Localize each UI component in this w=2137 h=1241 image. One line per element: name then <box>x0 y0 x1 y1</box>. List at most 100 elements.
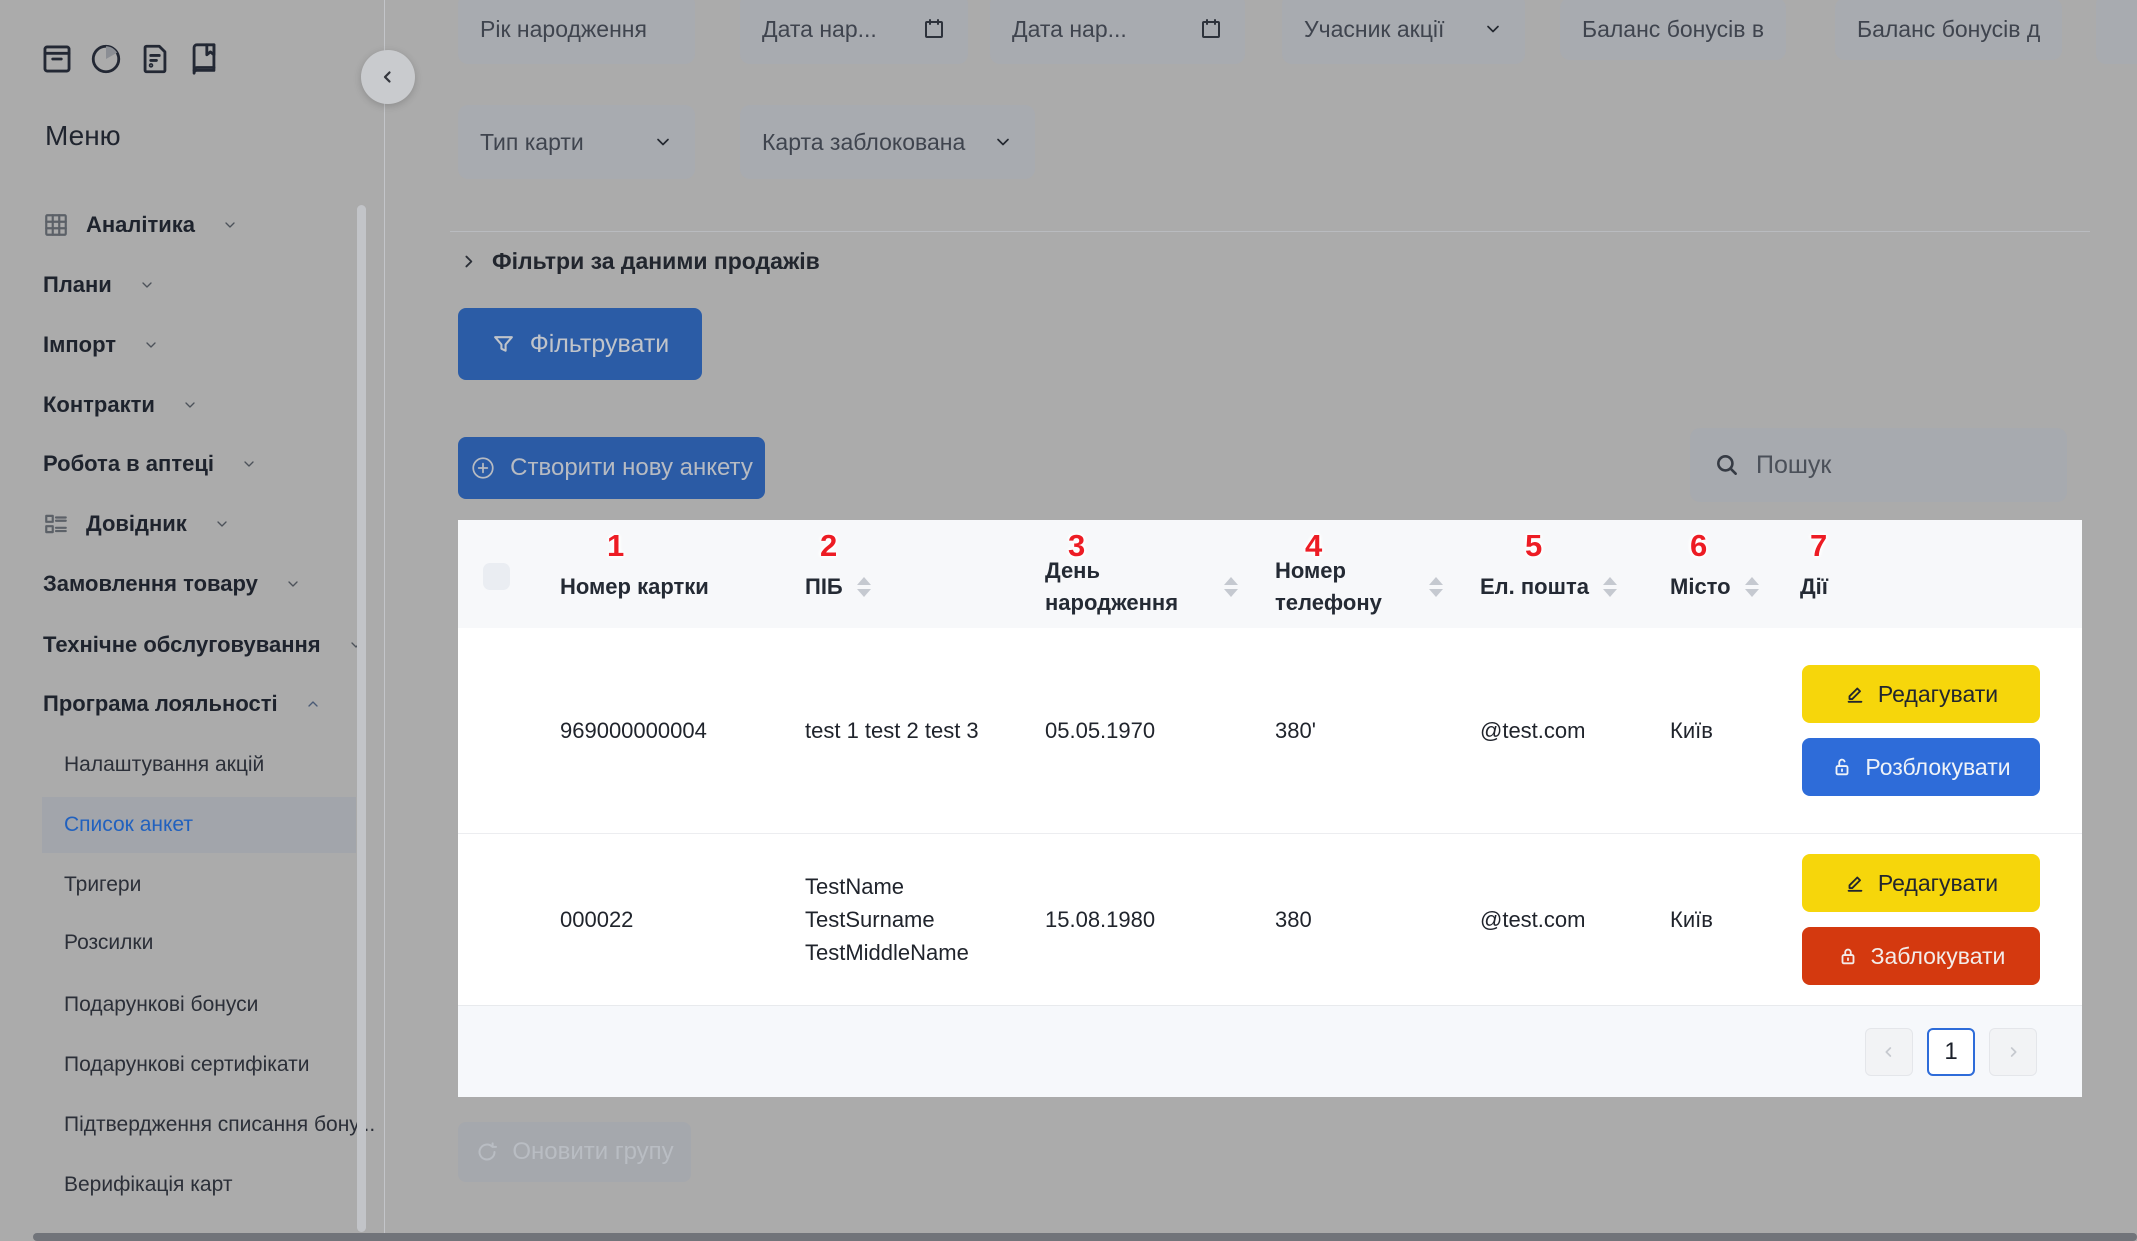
sidebar-item-maintenance[interactable]: Технічне обслуговування <box>43 624 364 666</box>
create-questionnaire-button[interactable]: Створити нову анкету <box>458 437 765 499</box>
block-button[interactable]: Заблокувати <box>1802 927 2040 985</box>
book-icon[interactable] <box>187 42 221 76</box>
sort-icon[interactable] <box>856 577 871 597</box>
filter-card-blocked-select[interactable]: Карта заблокована <box>740 105 1035 179</box>
calendar-icon <box>922 17 946 41</box>
sidebar-subitem-triggers[interactable]: Тригери <box>64 867 141 903</box>
horizontal-scrollbar[interactable] <box>33 1233 2137 1241</box>
subitem-label: Тригери <box>64 873 142 896</box>
subitem-label: Налаштування акцій <box>64 753 265 776</box>
filter-button-label: Фільтрувати <box>529 329 670 358</box>
chevron-down-icon <box>1483 19 1503 39</box>
filter-card-type-select[interactable]: Тип карти <box>458 105 695 179</box>
pagination-current-page[interactable]: 1 <box>1927 1027 1975 1076</box>
edit-button-label: Редагувати <box>1877 869 1999 896</box>
subitem-label: Розсилки <box>64 931 154 954</box>
header-phone[interactable]: 4 Номер телефону <box>1250 520 1455 628</box>
sidebar-item-label: Програма лояльності <box>43 691 278 716</box>
filter-bonus-balance-from-input[interactable]: Баланс бонусів від <box>1560 0 1786 60</box>
unblock-button-label: Розблокувати <box>1865 753 2011 780</box>
sort-icon[interactable] <box>1602 577 1617 597</box>
sidebar-item-analytics[interactable]: Аналітика <box>43 204 238 246</box>
search-icon <box>1717 455 1737 475</box>
filter-birth-date-from-input[interactable]: Дата нар... <box>740 0 968 64</box>
sidebar-item-pharmacy-work[interactable]: Робота в аптеці <box>43 443 257 485</box>
sidebar-item-plans[interactable]: Плани <box>43 264 155 306</box>
select-all-checkbox[interactable] <box>483 562 510 590</box>
sidebar-item-loyalty-program[interactable]: Програма лояльності <box>43 683 321 725</box>
sales-filters-expander[interactable]: Фільтри за даними продажів <box>460 248 820 275</box>
header-birthday[interactable]: 3 День народження <box>1020 520 1250 628</box>
sidebar-item-contracts[interactable]: Контракти <box>43 384 198 426</box>
sidebar-item-goods-order[interactable]: Замовлення товару <box>43 563 301 605</box>
sidebar-item-label: Технічне обслуговування <box>43 632 321 657</box>
sidebar-subitem-mailings[interactable]: Розсилки <box>64 925 153 961</box>
menu-title: Меню <box>45 120 121 151</box>
cell-phone: 380 <box>1275 907 1312 932</box>
filter-partial-field[interactable] <box>2096 0 2137 64</box>
sidebar-item-import[interactable]: Імпорт <box>43 324 159 366</box>
subitem-label: Список анкет <box>64 813 194 836</box>
filter-birth-date-to-input[interactable]: Дата нар... <box>990 0 1245 64</box>
filter-placeholder: Дата нар... <box>762 15 877 42</box>
sort-icon[interactable] <box>1429 577 1443 597</box>
sidebar-subitem-promo-settings[interactable]: Налаштування акцій <box>64 747 264 783</box>
filter-bonus-balance-to-input[interactable]: Баланс бонусів до <box>1835 0 2062 60</box>
annotation-3: 3 <box>1068 528 1086 563</box>
edit-button[interactable]: Редагувати <box>1802 854 2040 912</box>
header-city[interactable]: 6 Місто <box>1645 520 1775 628</box>
chevron-up-icon <box>305 696 321 712</box>
subitem-label: Верифікація карт <box>64 1173 233 1196</box>
cell-full-name: test 1 test 2 test 3 <box>805 718 979 743</box>
header-checkbox-cell <box>458 520 535 628</box>
chevron-right-icon <box>465 255 473 268</box>
filter-placeholder: Баланс бонусів до <box>1857 15 2040 42</box>
sort-icon[interactable] <box>1224 577 1238 597</box>
filter-placeholder: Рік народження <box>480 15 647 42</box>
archive-icon[interactable] <box>40 42 74 76</box>
table-row: 969000000004 test 1 test 2 test 3 05.05.… <box>458 628 2082 833</box>
name-line: TestMiddleName <box>805 940 969 965</box>
unblock-button[interactable]: Розблокувати <box>1802 738 2040 796</box>
sidebar-item-label: Замовлення товару <box>43 571 258 596</box>
filter-placeholder: Учасник акції <box>1304 15 1445 42</box>
sidebar-subitem-gift-bonuses[interactable]: Подарункові бонуси <box>64 987 258 1023</box>
unlock-icon <box>1835 758 1849 776</box>
divider <box>450 231 2090 232</box>
filter-birth-year-input[interactable]: Рік народження <box>458 0 695 64</box>
grid-icon <box>43 212 69 238</box>
pagination-next-button[interactable] <box>1989 1027 2037 1076</box>
pie-chart-icon[interactable] <box>89 42 123 76</box>
sidebar-subitem-card-verification[interactable]: Верифікація карт <box>64 1167 232 1203</box>
search-input[interactable]: Пошук <box>1690 428 2067 502</box>
chevron-down-icon <box>222 217 238 233</box>
sidebar-subitem-gift-certificates[interactable]: Подарункові сертифікати <box>64 1047 309 1083</box>
edit-button-label: Редагувати <box>1877 680 1999 707</box>
pencil-icon <box>1847 876 1863 892</box>
sidebar-subitem-bonus-writeoff-confirm[interactable]: Підтвердження списання бону... <box>64 1107 375 1143</box>
update-group-button[interactable]: Оновити групу <box>458 1122 691 1182</box>
header-card-number: 1 Номер картки <box>535 520 780 628</box>
column-label: День народження <box>1045 558 1179 615</box>
annotation-1: 1 <box>607 528 625 563</box>
sidebar-scrollbar[interactable] <box>357 205 366 1232</box>
header-email[interactable]: 5 Ел. пошта <box>1455 520 1645 628</box>
cell-phone: 380' <box>1275 718 1316 743</box>
filter-placeholder: Тип карти <box>480 128 584 155</box>
sidebar-item-label: Контракти <box>43 392 155 417</box>
sort-icon[interactable] <box>1744 577 1759 597</box>
edit-button[interactable]: Редагувати <box>1802 665 2040 723</box>
filter-placeholder: Карта заблокована <box>762 128 966 155</box>
header-full-name[interactable]: 2 ПІБ <box>780 520 1020 628</box>
sidebar-subitem-questionnaire-list[interactable]: Список анкет <box>42 797 356 853</box>
document-icon[interactable] <box>138 42 172 76</box>
pagination-prev-button[interactable] <box>1865 1027 1913 1076</box>
subitem-label: Підтвердження списання бону... <box>64 1113 376 1136</box>
filter-placeholder: Баланс бонусів від <box>1582 15 1764 42</box>
filter-button[interactable]: Фільтрувати <box>458 308 702 380</box>
sidebar-item-directory[interactable]: Довідник <box>43 503 230 545</box>
sidebar-collapse-button[interactable] <box>361 50 415 104</box>
subitem-label: Подарункові сертифікати <box>64 1053 310 1076</box>
list-icon <box>43 511 69 537</box>
filter-promo-participant-select[interactable]: Учасник акції <box>1282 0 1525 64</box>
